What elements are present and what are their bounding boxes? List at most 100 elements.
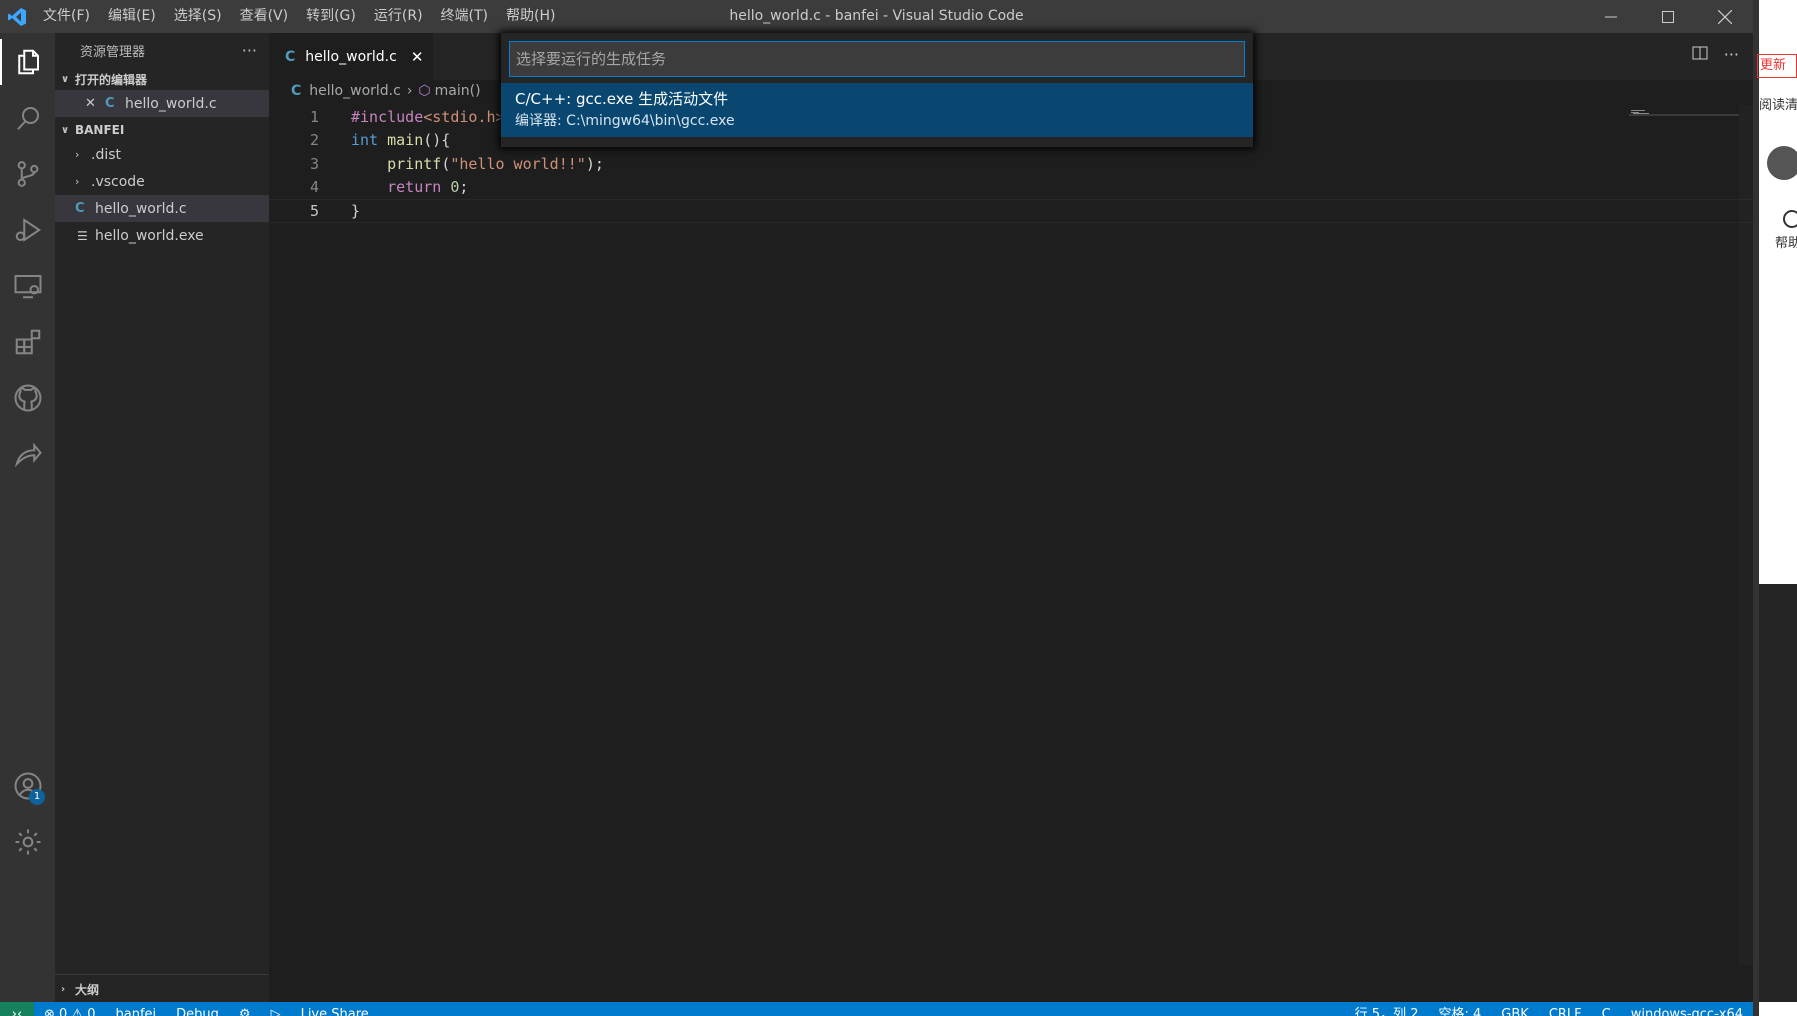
extensions-icon: [15, 329, 40, 355]
cursor-position-status[interactable]: 行 5，列 2: [1345, 1002, 1429, 1016]
c-configuration-status[interactable]: windows-gcc-x64: [1621, 1002, 1753, 1016]
background-window: 更新 阅读清 帮助: [1753, 0, 1797, 1016]
vertical-scrollbar[interactable]: [1739, 105, 1753, 965]
close-icon[interactable]: ✕: [85, 96, 105, 111]
editor-actions: ···: [1692, 45, 1739, 65]
close-icon[interactable]: ✕: [411, 48, 424, 66]
search-button[interactable]: [0, 91, 55, 145]
tree-item-dist[interactable]: › .dist: [55, 141, 269, 168]
chevron-down-icon: ∨: [61, 73, 70, 85]
quick-pick-list: C/C++: gcc.exe 生成活动文件 编译器: C:\mingw64\bi…: [501, 83, 1253, 137]
menu-file[interactable]: 文件(F): [34, 0, 99, 33]
encoding-status[interactable]: GBK: [1491, 1002, 1539, 1016]
code-text: return 0;: [387, 178, 469, 197]
quick-pick: C/C++: gcc.exe 生成活动文件 编译器: C:\mingw64\bi…: [501, 33, 1253, 147]
tree-item-hello-world-exe[interactable]: ☰ hello_world.exe: [55, 222, 269, 249]
open-editor-label: hello_world.c: [125, 95, 217, 112]
outline-header[interactable]: › 大纲: [55, 975, 269, 1003]
help-icon[interactable]: [1783, 210, 1797, 228]
github-icon: [14, 384, 41, 412]
explorer-button[interactable]: [0, 35, 55, 89]
minimap[interactable]: [1629, 105, 1739, 116]
menu-go[interactable]: 转到(G): [297, 0, 365, 33]
exe-file-icon: ☰: [77, 228, 88, 243]
workspace-status[interactable]: banfei: [106, 1002, 167, 1016]
folder-header[interactable]: ∨ BANFEI: [55, 119, 269, 141]
read-list-label: 阅读清: [1759, 98, 1797, 113]
build-variant-status[interactable]: Debug: [166, 1002, 229, 1016]
chevron-down-icon: ∨: [61, 124, 70, 136]
c-file-icon: C: [75, 201, 85, 216]
explorer-sidebar: 资源管理器 ··· ∨ 打开的编辑器 ✕ C hello_world.c ∨ B…: [55, 33, 269, 1002]
chevron-right-icon: ›: [406, 83, 413, 99]
menu-terminal[interactable]: 终端(T): [432, 0, 497, 33]
c-file-icon: C: [285, 48, 296, 65]
code-text: }: [351, 201, 361, 220]
tree-item-hello-world-c[interactable]: C hello_world.c: [55, 195, 269, 222]
quick-pick-item-label: C/C++: gcc.exe 生成活动文件: [515, 90, 729, 108]
tree-item-label: .dist: [91, 146, 122, 163]
menu-bar: 文件(F) 编辑(E) 选择(S) 查看(V) 转到(G) 运行(R) 终端(T…: [34, 0, 564, 33]
github-button[interactable]: [0, 371, 55, 425]
chevron-right-icon: ›: [75, 148, 80, 161]
code-line[interactable]: 3 printf("hello world!!");: [269, 152, 1753, 176]
tree-item-label: .vscode: [91, 173, 145, 190]
eol-status[interactable]: CRLF: [1539, 1002, 1592, 1016]
help-label: 帮助: [1775, 236, 1797, 251]
more-actions-icon[interactable]: ···: [1724, 45, 1739, 65]
avatar: [1767, 146, 1797, 180]
chevron-right-icon: ›: [61, 983, 66, 995]
problems-status[interactable]: ⊗ 0 ⚠ 0: [34, 1002, 106, 1016]
open-editors-header[interactable]: ∨ 打开的编辑器: [55, 68, 269, 90]
status-bar: ›‹ ⊗ 0 ⚠ 0 banfei Debug ⚙ ▷ Live Share 行…: [0, 1002, 1753, 1016]
breadcrumb-symbol[interactable]: main(): [435, 83, 481, 99]
minimize-button[interactable]: [1582, 0, 1639, 33]
remote-explorer-button[interactable]: [0, 259, 55, 313]
update-button[interactable]: 更新: [1757, 54, 1797, 78]
menu-selection[interactable]: 选择(S): [165, 0, 231, 33]
code-line-current[interactable]: 5 }: [269, 199, 1753, 223]
live-share-button[interactable]: [0, 427, 55, 481]
maximize-icon: [1661, 10, 1674, 23]
run-debug-button[interactable]: [0, 203, 55, 257]
run-icon[interactable]: ▷: [261, 1002, 291, 1016]
more-actions-icon[interactable]: ···: [242, 41, 257, 60]
line-number: 5: [309, 201, 319, 220]
split-editor-icon[interactable]: [1692, 45, 1708, 65]
code-text: int main(){: [351, 131, 451, 150]
manage-button[interactable]: [0, 815, 55, 869]
language-status[interactable]: C: [1592, 1002, 1621, 1016]
open-editor-item[interactable]: ✕ C hello_world.c: [55, 90, 269, 117]
extensions-button[interactable]: [0, 315, 55, 369]
indentation-status[interactable]: 空格: 4: [1428, 1002, 1491, 1016]
c-file-icon: C: [105, 96, 115, 111]
accounts-button[interactable]: 1: [0, 759, 55, 813]
tab-label: hello_world.c: [305, 48, 397, 65]
remote-indicator-icon[interactable]: ›‹: [0, 1002, 34, 1016]
quick-pick-input[interactable]: [509, 41, 1245, 77]
live-share-icon: [14, 442, 42, 468]
source-control-button[interactable]: [0, 147, 55, 201]
tree-item-vscode[interactable]: › .vscode: [55, 168, 269, 195]
activity-bar: 1: [0, 33, 55, 1002]
close-window-button[interactable]: [1696, 0, 1753, 33]
c-file-icon: C: [291, 83, 302, 99]
menu-edit[interactable]: 编辑(E): [99, 0, 165, 33]
live-share-status[interactable]: Live Share: [291, 1002, 379, 1016]
minimize-icon: [1604, 16, 1617, 17]
status-left: ⊗ 0 ⚠ 0 banfei Debug ⚙ ▷ Live Share: [34, 1002, 379, 1016]
status-right: 行 5，列 2 空格: 4 GBK CRLF C windows-gcc-x64: [1345, 1002, 1753, 1016]
code-line[interactable]: 4 return 0;: [269, 176, 1753, 200]
tab-hello-world-c[interactable]: C hello_world.c ✕: [269, 33, 433, 80]
folder-title: BANFEI: [75, 123, 125, 137]
breadcrumb-file[interactable]: hello_world.c: [309, 83, 401, 99]
menu-run[interactable]: 运行(R): [365, 0, 432, 33]
menu-view[interactable]: 查看(V): [231, 0, 298, 33]
symbol-method-icon: ⬡: [418, 83, 431, 99]
line-number: 2: [309, 131, 319, 150]
build-gear-icon[interactable]: ⚙: [229, 1002, 261, 1016]
maximize-button[interactable]: [1639, 0, 1696, 33]
line-number: 4: [309, 178, 319, 197]
quick-pick-item[interactable]: C/C++: gcc.exe 生成活动文件 编译器: C:\mingw64\bi…: [501, 83, 1253, 137]
menu-help[interactable]: 帮助(H): [497, 0, 564, 33]
